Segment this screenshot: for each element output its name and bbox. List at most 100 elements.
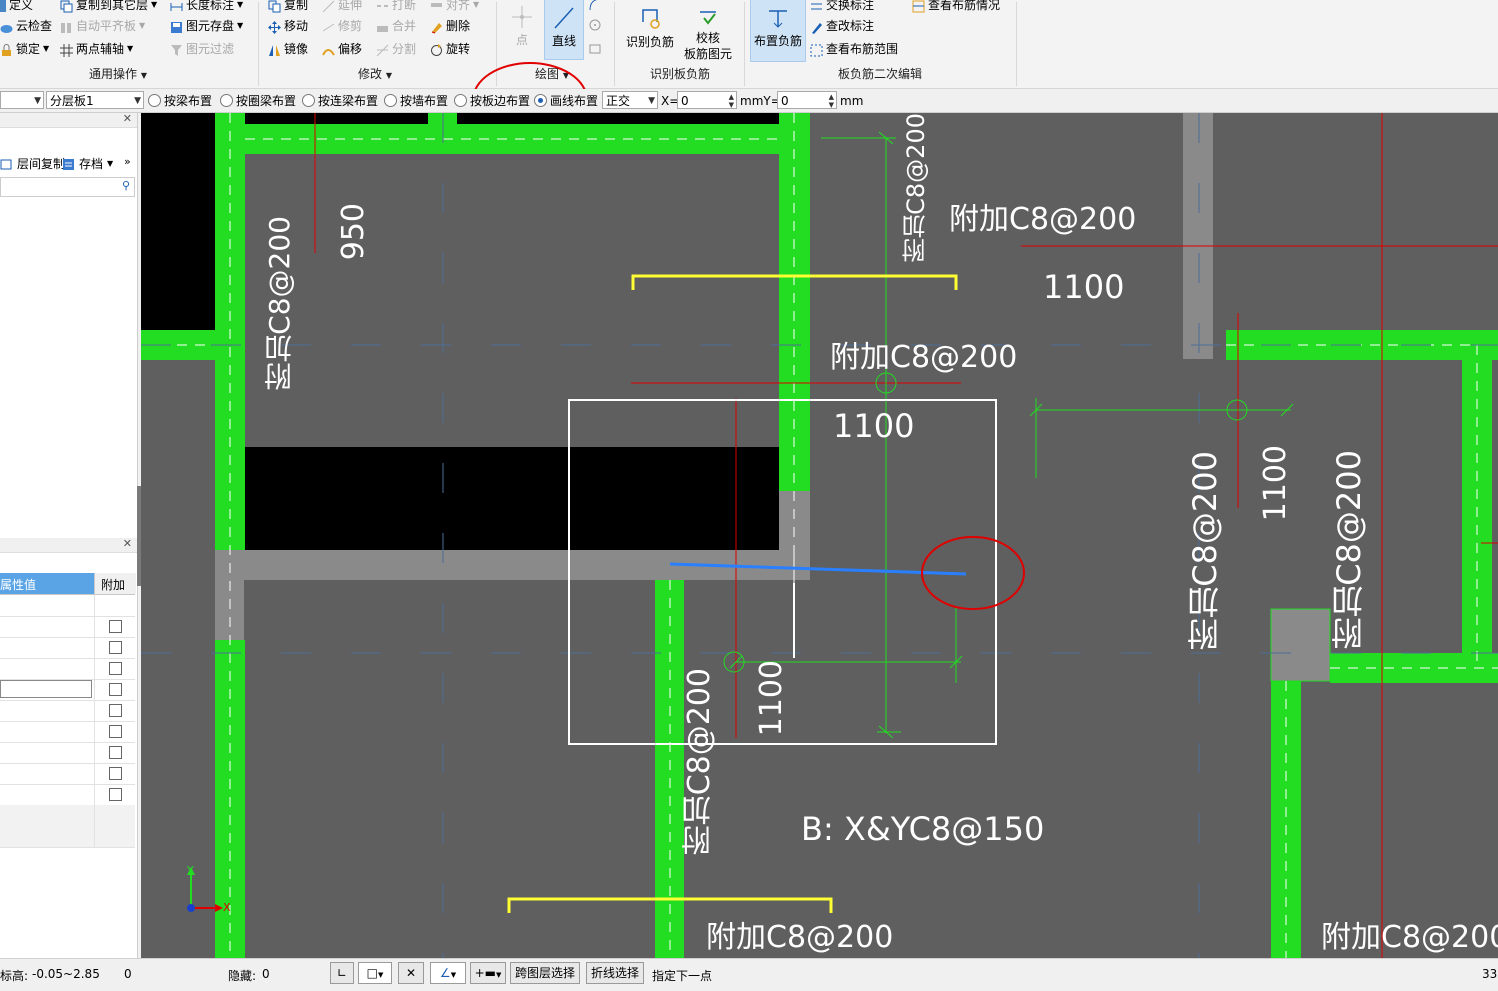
extra-checkbox[interactable] [109,641,122,654]
radio-by-ring-beam[interactable]: 按圈梁布置 [220,92,296,110]
split-button[interactable]: 分割 [376,39,416,59]
property-row[interactable] [0,616,135,638]
swap-mark-button[interactable]: 交换标注 [810,0,874,15]
group-label-edit2: 板负筋二次编辑 [838,67,923,81]
property-row[interactable] [0,826,135,848]
dynamic-input-icon: +▬ [474,966,496,980]
angle-snap-button[interactable]: ∠▼ [430,962,466,984]
circle-draw-button[interactable] [588,18,602,32]
extra-checkbox[interactable] [109,788,122,801]
radio-by-slab-edge[interactable]: 按板边布置 [454,92,530,110]
y-offset-input[interactable]: 0 ▲ ▼ [777,91,837,109]
property-value-editor[interactable] [0,680,92,698]
x-offset-input[interactable]: 0 ▲ ▼ [677,91,737,109]
offset-button[interactable]: 偏移 [322,39,362,59]
length-mark-button[interactable]: 长度标注 ▼ [170,0,243,15]
trim-button[interactable]: 修剪 [322,16,362,36]
two-point-axis-button[interactable]: 两点辅轴 ▼ [60,39,133,59]
line-draw-button[interactable]: 直线 [544,0,584,60]
identify-neg-rebar-button[interactable]: 识别负筋 [622,0,678,60]
align-button[interactable]: 对齐 ▼ [430,0,479,15]
break-button[interactable]: 打断 [376,0,416,15]
circle-icon [589,19,601,31]
ortho-mode-select[interactable]: 正交 ▼ [602,91,658,109]
extra-checkbox[interactable] [109,662,122,675]
radio-circle [302,94,315,107]
snap-mode-button[interactable]: □▼ [358,962,392,984]
drawing-canvas[interactable]: 附加C8@200 950 附加C8@200 附加C8@200 1100 附加C8… [141,113,1498,958]
property-row[interactable] [0,784,135,806]
property-row[interactable] [0,637,135,659]
extra-checkbox[interactable] [109,767,122,780]
check-mark-button[interactable]: 查改标注 [810,16,874,36]
view-layout-button[interactable]: 查看布筋情况 [912,0,1000,15]
auto-flat-button[interactable]: 自动平齐板 ▼ [60,16,145,36]
layer-select[interactable]: 分层板1 ▼ [46,91,144,109]
move-icon [268,20,281,34]
radio-circle [384,94,397,107]
extend-button[interactable]: 延伸 [322,0,362,15]
group-label-identify: 识别板负筋 [650,67,711,81]
extra-checkbox[interactable] [109,725,122,738]
component-tree[interactable] [0,197,137,537]
place-neg-rebar-button[interactable]: 布置负筋 [750,0,806,62]
rect-draw-button[interactable] [588,41,602,55]
dimension-label: 1100 [833,407,915,445]
merge-button[interactable]: 合并 [376,16,416,36]
close-icon[interactable]: ✕ [123,537,132,550]
property-row[interactable] [0,742,135,764]
rotate-button[interactable]: 旋转 [430,39,470,59]
property-extra-cell [94,595,136,616]
chevron-down-icon: ▼ [107,159,114,168]
mirror-button[interactable]: 镜像 [268,39,308,59]
element-save-button[interactable]: 图元存盘 ▼ [170,16,243,36]
cross-select-button[interactable]: ✕ [398,962,424,984]
radio-by-draw-line[interactable]: 画线布置 [534,92,598,110]
property-row[interactable] [0,679,135,701]
chevron-down-icon[interactable]: ▼ [386,71,392,80]
chevron-down-icon[interactable]: ▼ [141,71,147,80]
property-row[interactable] [0,763,135,785]
elevation-value: -0.05~2.85 [32,967,100,981]
cross-layer-select-button[interactable]: 跨图层选择 [510,962,580,984]
search-input[interactable]: ⚲ [0,177,135,197]
element-filter-button[interactable]: 图元过滤 [170,39,234,59]
arc-draw-button[interactable] [588,0,602,11]
rotate-icon [430,43,443,56]
polyline-select-button[interactable]: 折线选择 [586,962,644,984]
radio-by-link-beam[interactable]: 按连梁布置 [302,92,378,110]
lock-button[interactable]: 锁定 ▼ [0,39,49,59]
ortho-toggle-button[interactable]: ∟ [330,962,354,984]
property-row[interactable] [0,658,135,680]
property-row[interactable] [0,595,135,617]
copy-button[interactable]: 复制 [268,0,308,15]
dimension-label: 950 [336,203,371,261]
chevron-down-icon: ▼ [496,971,502,979]
point-draw-button[interactable]: 点 [502,0,542,58]
dynamic-input-button[interactable]: +▬▼ [470,962,506,984]
cloud-check-button[interactable]: 云检查 [0,16,52,36]
rectangle-icon [589,44,601,54]
property-row[interactable] [0,805,135,827]
view-range-button[interactable]: 查看布筋范围 [810,39,898,59]
extra-checkbox[interactable] [109,620,122,633]
floor-copy-icon [0,158,13,171]
floor-copy-button[interactable]: 层间复制 [0,155,65,173]
property-row[interactable] [0,700,135,722]
extra-checkbox[interactable] [109,683,122,696]
move-button[interactable]: 移动 [268,16,308,36]
property-row[interactable] [0,721,135,743]
delete-button[interactable]: 删除 [430,16,470,36]
close-icon[interactable]: ✕ [123,112,132,125]
archive-button[interactable]: 存档 ▼ [62,155,113,173]
radio-by-beam[interactable]: 按梁布置 [148,92,212,110]
floor-select[interactable]: ▼ [0,91,44,109]
extra-checkbox[interactable] [109,746,122,759]
radio-by-wall[interactable]: 按墙布置 [384,92,448,110]
more-icon[interactable]: » [124,155,131,168]
cloud-icon [0,20,13,33]
copy-to-floor-button[interactable]: 复制到其它层 ▼ [60,0,157,15]
extra-checkbox[interactable] [109,704,122,717]
custom-button[interactable]: 定义 [0,0,33,15]
check-rebar-button[interactable]: 校核 板筋图元 [680,0,736,64]
